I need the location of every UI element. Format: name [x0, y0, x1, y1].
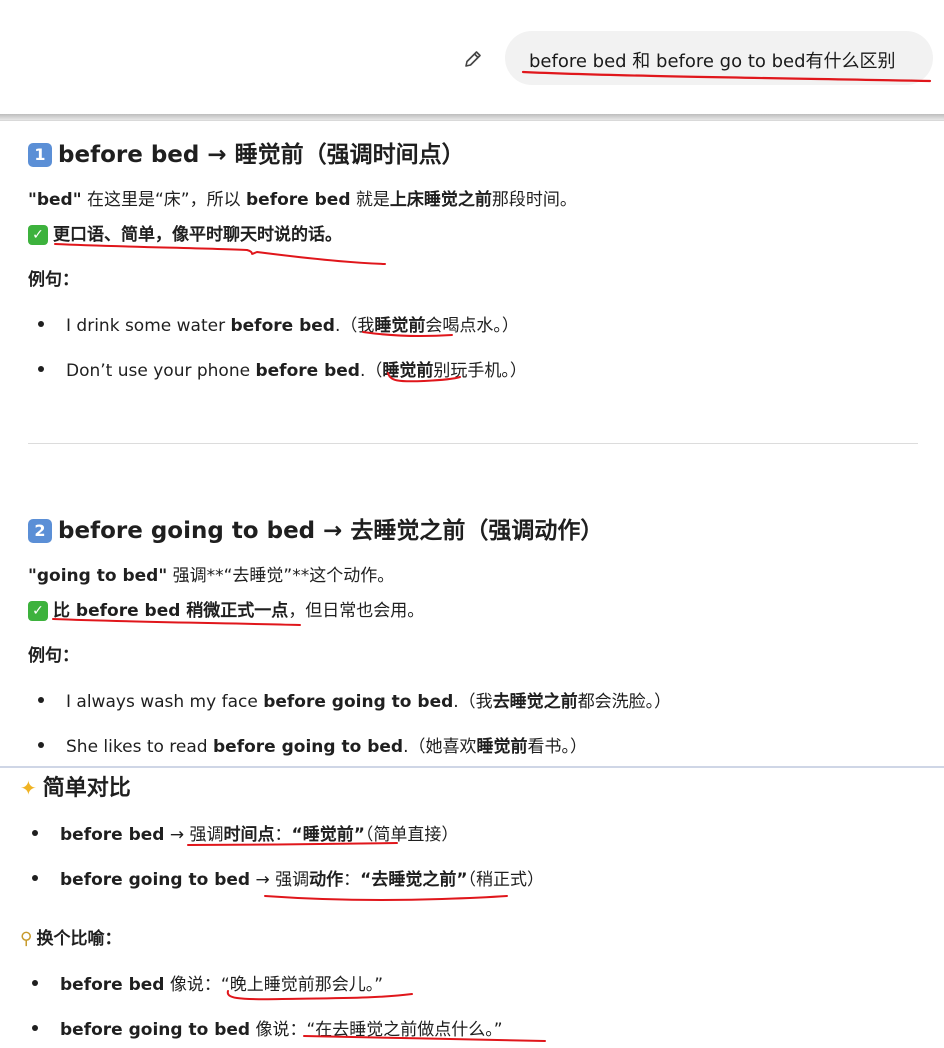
section2-example-1: I always wash my face before going to be…: [38, 687, 671, 712]
comparison-panel: ✦ 简单对比 before bed → 强调时间点：“睡觉前”（简单直接） bef…: [0, 766, 944, 1048]
section1-description: "bed" 在这里是“床”，所以 before bed 就是上床睡觉之前那段时间…: [28, 190, 577, 210]
answer-panel: 1 before bed → 睡觉前（强调时间点） "bed" 在这里是“床”，所…: [0, 120, 944, 765]
section2-heading: 2 before going to bed → 去睡觉之前（强调动作）: [28, 511, 603, 545]
red-annotation-underline: [226, 990, 413, 1001]
section2-example-2: She likes to read before going to bed.（她…: [38, 732, 587, 757]
section-divider: [28, 443, 918, 444]
section1-heading: 1 before bed → 睡觉前（强调时间点）: [28, 135, 465, 169]
red-annotation-underline: [54, 243, 386, 265]
red-annotation-underline: [362, 331, 453, 337]
red-annotation-underline: [264, 895, 508, 901]
red-annotation-underline: [303, 1035, 546, 1042]
section1-examples-label: 例句：: [28, 270, 79, 290]
number-1-icon: 1: [28, 143, 52, 167]
red-annotation-underline: [52, 618, 301, 626]
star-icon: ✦: [20, 776, 37, 800]
pencil-icon[interactable]: [462, 48, 484, 70]
section2-description: "going to bed" 强调**“去睡觉”**这个动作。: [28, 566, 395, 586]
number-2-icon: 2: [28, 519, 52, 543]
red-annotation-underline: [521, 70, 932, 83]
magnifier-icon: ⚲: [20, 929, 33, 949]
metaphor-label: ⚲ 换个比喻：: [20, 929, 122, 949]
red-annotation-underline: [187, 842, 398, 846]
check-icon: ✓: [28, 225, 48, 245]
user-message-panel: before bed 和 before go to bed有什么区别: [0, 0, 944, 116]
check-icon: ✓: [28, 601, 48, 621]
red-annotation-underline: [387, 372, 461, 383]
section2-examples-label: 例句：: [28, 646, 79, 666]
section3-heading: ✦ 简单对比: [20, 776, 131, 801]
